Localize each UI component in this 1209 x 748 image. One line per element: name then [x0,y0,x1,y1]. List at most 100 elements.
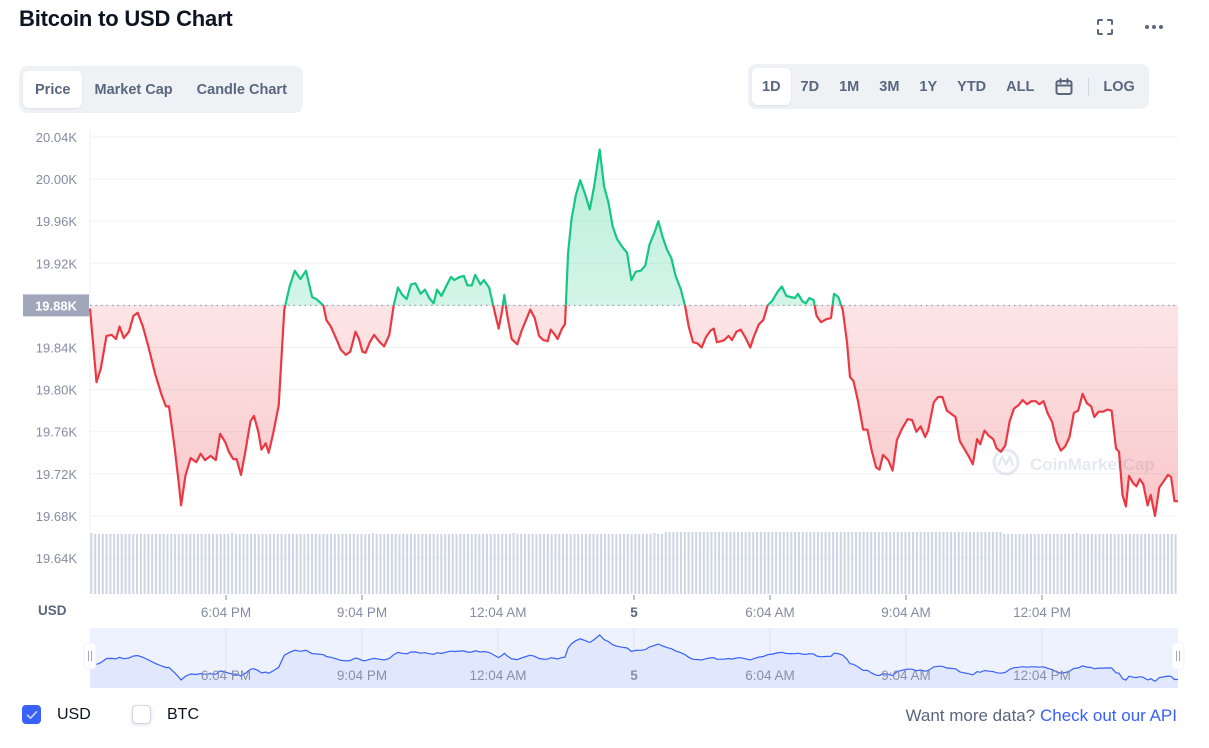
volume-bar [1007,534,1010,594]
volume-bar [592,534,595,594]
volume-bar [204,534,207,594]
price-chart[interactable]: 20.04K 20.00K 19.96K 19.92K 19.84K 19.80K 19.7… [0,120,1209,700]
more-options-button[interactable] [1141,14,1167,40]
volume-bar [394,534,397,594]
log-scale-toggle[interactable]: LOG [1093,68,1144,105]
api-link[interactable]: Check out our API [1040,706,1177,725]
volume-bar [162,534,165,594]
volume-bar [493,534,496,594]
baseline-label: 19.88K [23,294,89,317]
range-1d[interactable]: 1D [752,68,791,105]
checkmark-icon [26,710,37,719]
volume-bar [504,534,508,594]
volume-bar [999,532,1002,594]
volume-bar [97,534,101,594]
volume-bar [113,534,116,594]
fullscreen-button[interactable] [1092,14,1118,40]
volume-bar [778,532,781,594]
volume-bar [816,532,819,594]
volume-bar [691,532,694,594]
navigator-tick-label: 9:04 PM [337,668,387,683]
volume-bar [173,534,177,594]
y-tick-label: 19.96K [36,214,78,229]
volume-bar [752,532,755,594]
volume-bar [908,532,911,594]
volume-bar [573,534,576,594]
range-ytd[interactable]: YTD [947,68,996,105]
navigator-tick-label: 12:04 AM [469,668,526,683]
volume-bar [980,532,983,594]
volume-bar [474,534,477,594]
volume-bar [797,532,800,594]
volume-bar [1067,534,1071,594]
volume-bar [170,534,173,594]
date-range-button[interactable] [1044,68,1084,105]
volume-bar [116,534,120,594]
y-tick-label: 19.84K [36,341,78,356]
volume-bar [961,532,964,594]
volume-bar [611,534,614,594]
range-1m[interactable]: 1M [829,68,869,105]
volume-bar [539,534,542,594]
more-horizontal-icon [1145,25,1163,29]
volume-bar [402,534,405,594]
volume-bar [497,534,500,594]
volume-bar [672,532,675,594]
volume-bar [527,534,530,594]
volume-bar [1166,534,1169,594]
y-tick-label: 19.64K [36,551,78,566]
navigator-tick-label: 6:04 AM [745,668,795,683]
tab-candle-chart[interactable]: Candle Chart [185,71,299,108]
volume-bar [147,534,150,594]
range-1y[interactable]: 1Y [909,68,947,105]
volume-bar [371,533,374,594]
volume-bar [318,534,321,594]
tab-price[interactable]: Price [23,71,83,108]
volume-bar [265,534,268,594]
volume-bar [516,534,519,594]
volume-bar [687,532,690,594]
volume-bar [276,534,279,594]
range-7d[interactable]: 7D [791,68,830,105]
volume-bar [246,534,249,594]
volume-bar [679,532,683,594]
volume-bar [375,534,378,594]
volume-bar [1163,534,1166,594]
volume-bar [390,534,393,594]
volume-bar [257,534,260,594]
volume-bar [364,534,367,594]
volume-bar [1064,534,1067,594]
volume-bar [733,532,736,594]
range-3m[interactable]: 3M [869,68,909,105]
usd-checkbox[interactable] [22,705,41,724]
volume-bar [1018,534,1021,594]
x-tick-label: 6:04 AM [745,605,795,620]
volume-bar [904,532,907,594]
volume-bar [1029,534,1033,594]
legend-btc[interactable]: BTC [132,705,199,724]
volume-bar [368,534,371,594]
volume-bar [1010,534,1014,594]
navigator-right-handle[interactable] [1171,642,1185,670]
volume-bar [459,534,462,594]
volume-bar [885,532,888,594]
btc-checkbox[interactable] [132,705,151,724]
volume-bar [832,532,835,594]
volume-bar [775,532,778,594]
volume-bar [794,532,797,594]
volume-bar [1109,534,1112,594]
volume-bar [934,532,937,594]
volume-bar [1147,534,1150,594]
tab-market-cap[interactable]: Market Cap [82,71,184,108]
range-tabs: 1D 7D 1M 3M 1Y YTD ALL LOG [748,64,1149,109]
navigator-left-handle[interactable] [83,642,97,670]
volume-bar [759,532,762,594]
volume-bar [1102,534,1105,594]
volume-bar [569,534,572,594]
chart-type-tabs: Price Market Cap Candle Chart [19,66,303,113]
range-all[interactable]: ALL [996,68,1044,105]
volume-bar [577,534,580,594]
legend-usd[interactable]: USD [22,705,91,724]
volume-bar [1113,534,1116,594]
volume-bar [436,534,439,594]
